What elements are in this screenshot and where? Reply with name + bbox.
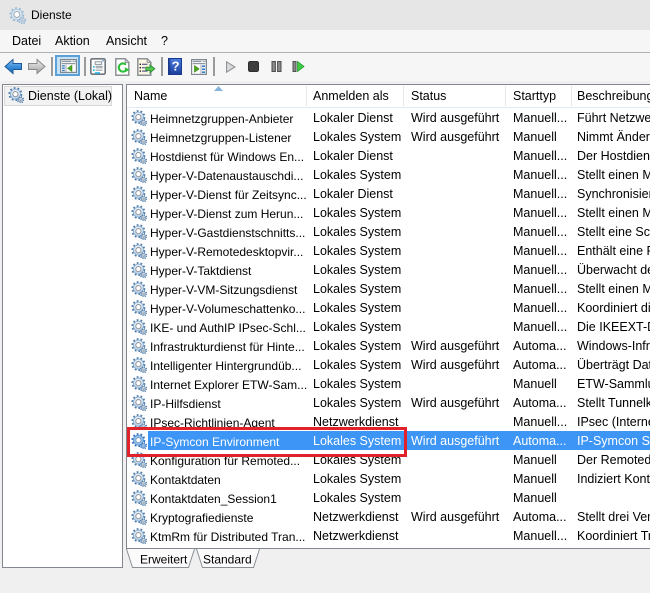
svg-text:Standard: Standard <box>203 553 252 567</box>
svg-text:?: ? <box>172 59 180 74</box>
svg-text:Erweitert: Erweitert <box>140 553 188 567</box>
